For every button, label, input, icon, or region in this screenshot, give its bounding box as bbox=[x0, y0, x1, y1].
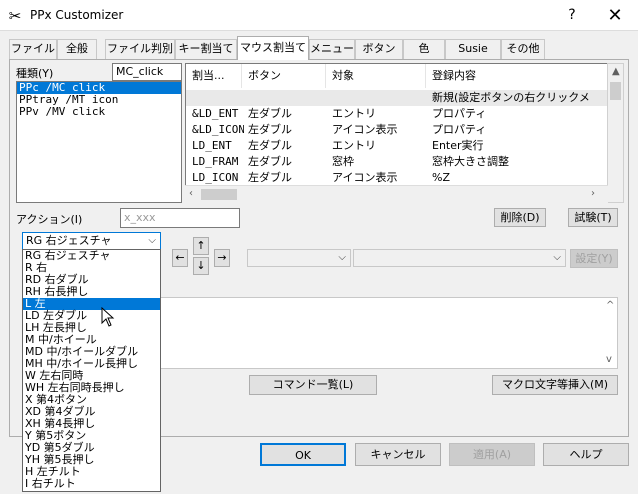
cell-target: アイコン表示 bbox=[332, 171, 398, 184]
ok-button[interactable]: OK bbox=[260, 443, 346, 466]
tab-general[interactable]: 全般 bbox=[57, 39, 97, 59]
tab-file-type[interactable]: ファイル判別 bbox=[105, 39, 175, 59]
scroll-thumb[interactable] bbox=[201, 189, 237, 200]
cancel-button[interactable]: キャンセル bbox=[355, 443, 441, 466]
cell-content: 窓枠大きさ調整 bbox=[432, 155, 509, 168]
gesture-combo-value: RG 右ジェスチャ bbox=[26, 234, 112, 247]
cell-assign: LD_FRAM bbox=[192, 155, 239, 168]
cell-target: エントリ bbox=[332, 107, 376, 120]
cell-assign: LD_ENT bbox=[192, 139, 232, 152]
table-row[interactable]: &LD_ICON 左ダブル アイコン表示 プロパティ bbox=[186, 122, 607, 138]
cell-button: 左ダブル bbox=[248, 171, 292, 184]
command-list-button[interactable]: コマンド一覧(L) bbox=[249, 375, 377, 395]
cell-content: プロパティ bbox=[432, 107, 487, 120]
macro-insert-button[interactable]: マクロ文字等挿入(M) bbox=[492, 375, 618, 395]
scroll-right-icon[interactable]: › bbox=[591, 188, 595, 199]
cell-button: 左ダブル bbox=[248, 139, 292, 152]
mouse-cursor-icon bbox=[101, 307, 115, 327]
cell-button: 左ダブル bbox=[248, 155, 292, 168]
tab-file[interactable]: ファイル bbox=[9, 39, 57, 59]
chevron-down-icon: ⌵ bbox=[553, 252, 561, 263]
cell-content: %Z bbox=[432, 171, 450, 184]
gesture-combo[interactable]: RG 右ジェスチャ ⌵ bbox=[22, 232, 161, 250]
help-footer-button[interactable]: ヘルプ bbox=[543, 443, 629, 466]
delete-button[interactable]: 削除(D) bbox=[494, 208, 546, 227]
action-label: アクション(I) bbox=[16, 213, 83, 226]
tab-menu[interactable]: メニュー bbox=[309, 39, 355, 59]
table-vertical-scrollbar[interactable]: ▲ bbox=[607, 63, 624, 203]
table-horizontal-scrollbar[interactable]: ‹ › bbox=[185, 185, 608, 203]
close-button[interactable]: ✕ bbox=[592, 0, 638, 31]
type-list[interactable]: PPc /MC click PPtray /MT icon PPv /MV cl… bbox=[16, 81, 182, 203]
tab-susie[interactable]: Susie bbox=[445, 39, 501, 59]
type-list-item[interactable]: PPv /MV click bbox=[17, 106, 181, 118]
column-header-button[interactable]: ボタン bbox=[242, 64, 326, 88]
action-input[interactable]: x_xxx bbox=[120, 208, 240, 228]
cell-target: エントリ bbox=[332, 139, 376, 152]
cell-content: Enter実行 bbox=[432, 139, 484, 152]
gesture-option[interactable]: I 右チルト bbox=[23, 478, 160, 490]
kind-label: 種類(Y) bbox=[16, 67, 54, 80]
table-row-new[interactable]: 新規(設定ボタンの右クリックメ bbox=[186, 90, 607, 106]
column-header-content[interactable]: 登録内容 bbox=[426, 64, 607, 88]
tab-mouse-assign[interactable]: マウス割当て bbox=[237, 36, 309, 60]
table-row[interactable]: LD_ENT 左ダブル エントリ Enter実行 bbox=[186, 138, 607, 154]
app-icon: ✂ bbox=[8, 7, 22, 25]
tab-color[interactable]: 色 bbox=[403, 39, 445, 59]
command-combo[interactable]: ⌵ bbox=[353, 249, 566, 267]
cell-button: 左ダブル bbox=[248, 123, 292, 136]
move-down-button[interactable]: ↓ bbox=[193, 257, 209, 275]
scroll-left-icon[interactable]: ‹ bbox=[189, 188, 193, 199]
cell-button: 左ダブル bbox=[248, 107, 292, 120]
test-button[interactable]: 試験(T) bbox=[568, 208, 618, 227]
cell-target: 窓枠 bbox=[332, 155, 354, 168]
scroll-thumb[interactable] bbox=[610, 82, 621, 100]
move-right-button[interactable]: → bbox=[214, 249, 230, 267]
cell-assign: &LD_ENT bbox=[192, 107, 239, 120]
window-title: PPx Customizer bbox=[30, 8, 124, 22]
chevron-down-icon: ⌵ bbox=[338, 252, 346, 263]
kind-field[interactable]: MC_click bbox=[112, 63, 182, 81]
scroll-up-icon[interactable]: ▲ bbox=[612, 66, 620, 77]
column-header-target[interactable]: 対象 bbox=[326, 64, 426, 88]
assignment-table[interactable]: 割当... ボタン 対象 登録内容 新規(設定ボタンの右クリックメ &LD_EN… bbox=[185, 63, 608, 203]
scroll-down-icon[interactable]: v bbox=[606, 354, 612, 365]
tab-other[interactable]: その他 bbox=[501, 39, 545, 59]
new-entry-text: 新規(設定ボタンの右クリックメ bbox=[432, 91, 590, 104]
table-row[interactable]: &LD_ENT 左ダブル エントリ プロパティ bbox=[186, 106, 607, 122]
scroll-up-icon[interactable]: ^ bbox=[606, 300, 614, 311]
title-bar: ✂ PPx Customizer ? ✕ bbox=[0, 0, 638, 31]
cell-content: プロパティ bbox=[432, 123, 487, 136]
cell-target: アイコン表示 bbox=[332, 123, 398, 136]
move-up-button[interactable]: ↑ bbox=[193, 237, 209, 255]
gesture-dropdown-list[interactable]: RG 右ジェスチャ R 右 RD 右ダブル RH 右長押し L 左 LD 左ダブ… bbox=[22, 249, 161, 492]
apply-button[interactable]: 適用(A) bbox=[449, 443, 535, 466]
target-combo[interactable]: ⌵ bbox=[247, 249, 351, 267]
set-button[interactable]: 設定(Y) bbox=[570, 249, 618, 268]
cell-assign: LD_ICON bbox=[192, 171, 239, 184]
move-left-button[interactable]: ← bbox=[172, 249, 188, 267]
table-row[interactable]: LD_ICON 左ダブル アイコン表示 %Z bbox=[186, 170, 607, 186]
tab-button[interactable]: ボタン bbox=[355, 39, 403, 59]
cell-assign: &LD_ICON bbox=[192, 123, 244, 136]
column-header-assign[interactable]: 割当... bbox=[186, 64, 242, 88]
chevron-down-icon: ⌵ bbox=[148, 235, 156, 246]
help-button[interactable]: ? bbox=[552, 0, 592, 31]
table-row[interactable]: LD_FRAM 左ダブル 窓枠 窓枠大きさ調整 bbox=[186, 154, 607, 170]
tab-key-assign[interactable]: キー割当て bbox=[175, 39, 237, 59]
command-textarea[interactable]: ^ v bbox=[120, 297, 618, 369]
